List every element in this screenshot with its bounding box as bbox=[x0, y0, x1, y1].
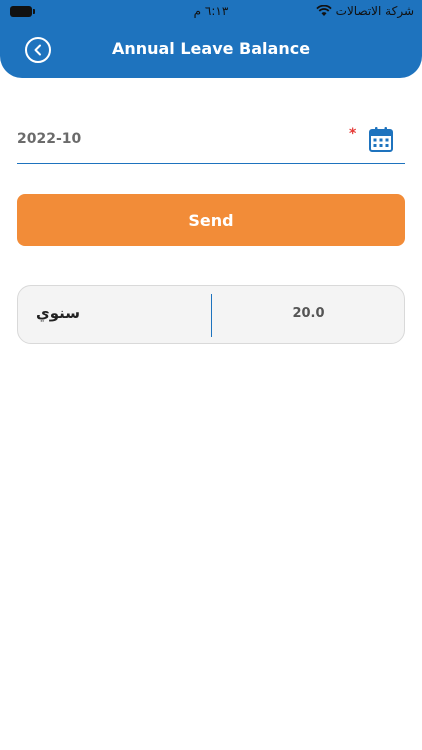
date-picker-field[interactable]: 2022-10 * bbox=[17, 118, 405, 164]
app-header: ٦:١٣ م شركة الاتصالات Annual Leave Balan… bbox=[0, 0, 422, 78]
carrier-name: شركة الاتصالات bbox=[335, 4, 414, 18]
status-carrier: شركة الاتصالات bbox=[315, 4, 414, 18]
required-marker: * bbox=[349, 126, 357, 142]
leave-balance-card: سنوي 20.0 bbox=[17, 285, 405, 344]
wifi-icon bbox=[315, 5, 332, 16]
status-bar: ٦:١٣ م شركة الاتصالات bbox=[0, 0, 422, 24]
date-value: 2022-10 bbox=[17, 131, 82, 147]
leave-type-label: سنوي bbox=[36, 304, 81, 322]
calendar-icon[interactable] bbox=[369, 126, 393, 152]
leave-balance-value: 20.0 bbox=[292, 306, 325, 321]
send-button[interactable]: Send bbox=[17, 194, 405, 246]
page-title: Annual Leave Balance bbox=[111, 39, 311, 58]
